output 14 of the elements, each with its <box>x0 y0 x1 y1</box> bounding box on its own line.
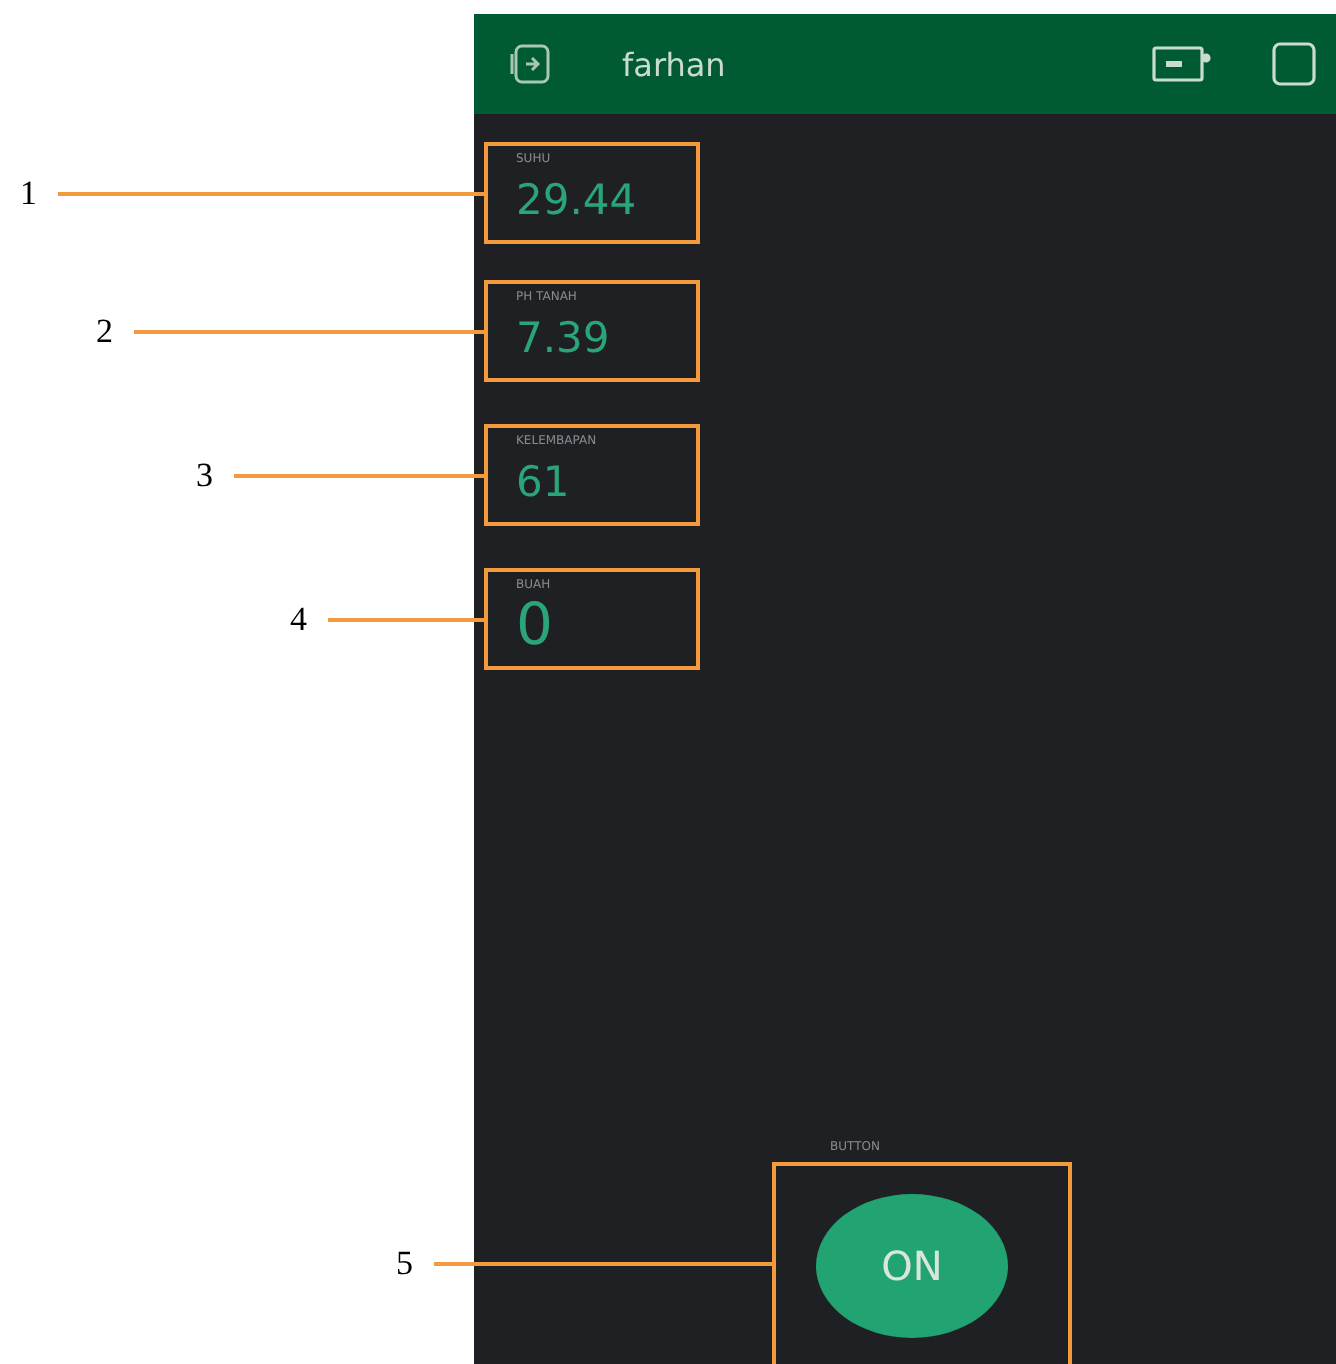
callout-number: 2 <box>96 311 113 351</box>
callout-number: 3 <box>196 455 213 495</box>
widget-value: 61 <box>516 462 572 504</box>
widget-value: 29.44 <box>516 180 639 222</box>
device-icon[interactable] <box>1152 46 1212 82</box>
on-button[interactable]: ON <box>816 1193 1008 1337</box>
callout-number: 5 <box>396 1243 413 1283</box>
widget-value: 7.39 <box>516 318 612 360</box>
exit-icon[interactable] <box>510 44 554 84</box>
callout-number: 4 <box>290 599 307 639</box>
widget-value: 0 <box>516 596 555 654</box>
callout-number: 1 <box>20 173 37 213</box>
project-title: farhan <box>622 45 728 83</box>
square-icon[interactable] <box>1272 42 1316 86</box>
